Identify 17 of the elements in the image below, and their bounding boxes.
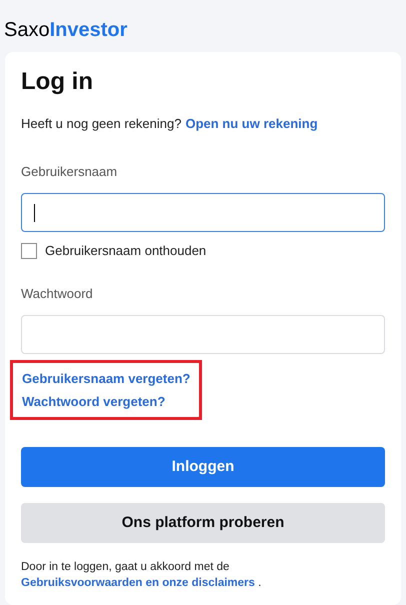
page-title: Log in	[21, 68, 94, 96]
checkbox-label: Gebruikersnaam onthouden	[45, 242, 206, 260]
field-label: Wachtwoord	[21, 284, 94, 302]
username-field[interactable]	[21, 193, 385, 232]
try-platform-button[interactable]: Ons platform proberen	[21, 503, 385, 543]
logo: SaxoInvestor	[3, 18, 128, 43]
remember-checkbox[interactable]	[21, 242, 37, 259]
signup-text: Heeft u nog geen rekening?	[21, 115, 182, 133]
login-button[interactable]: Inloggen	[21, 447, 385, 487]
field-label: Gebruikersnaam	[21, 162, 118, 180]
password-field[interactable]	[21, 315, 385, 354]
text-cursor	[34, 204, 35, 222]
signup-link[interactable]: Open nu uw rekening	[185, 114, 318, 134]
forgot-link[interactable]: Gebruikersnaam vergeten?	[22, 370, 190, 387]
terms-link[interactable]: Gebruiksvoorwaarden en onze disclaimers	[21, 577, 255, 589]
forgot-link[interactable]: Wachtwoord vergeten?	[22, 393, 190, 410]
terms-text: Door in te loggen, gaat u akkoord met de Gebruiksvoorwaarden en onze disclaimers .	[21, 560, 262, 591]
